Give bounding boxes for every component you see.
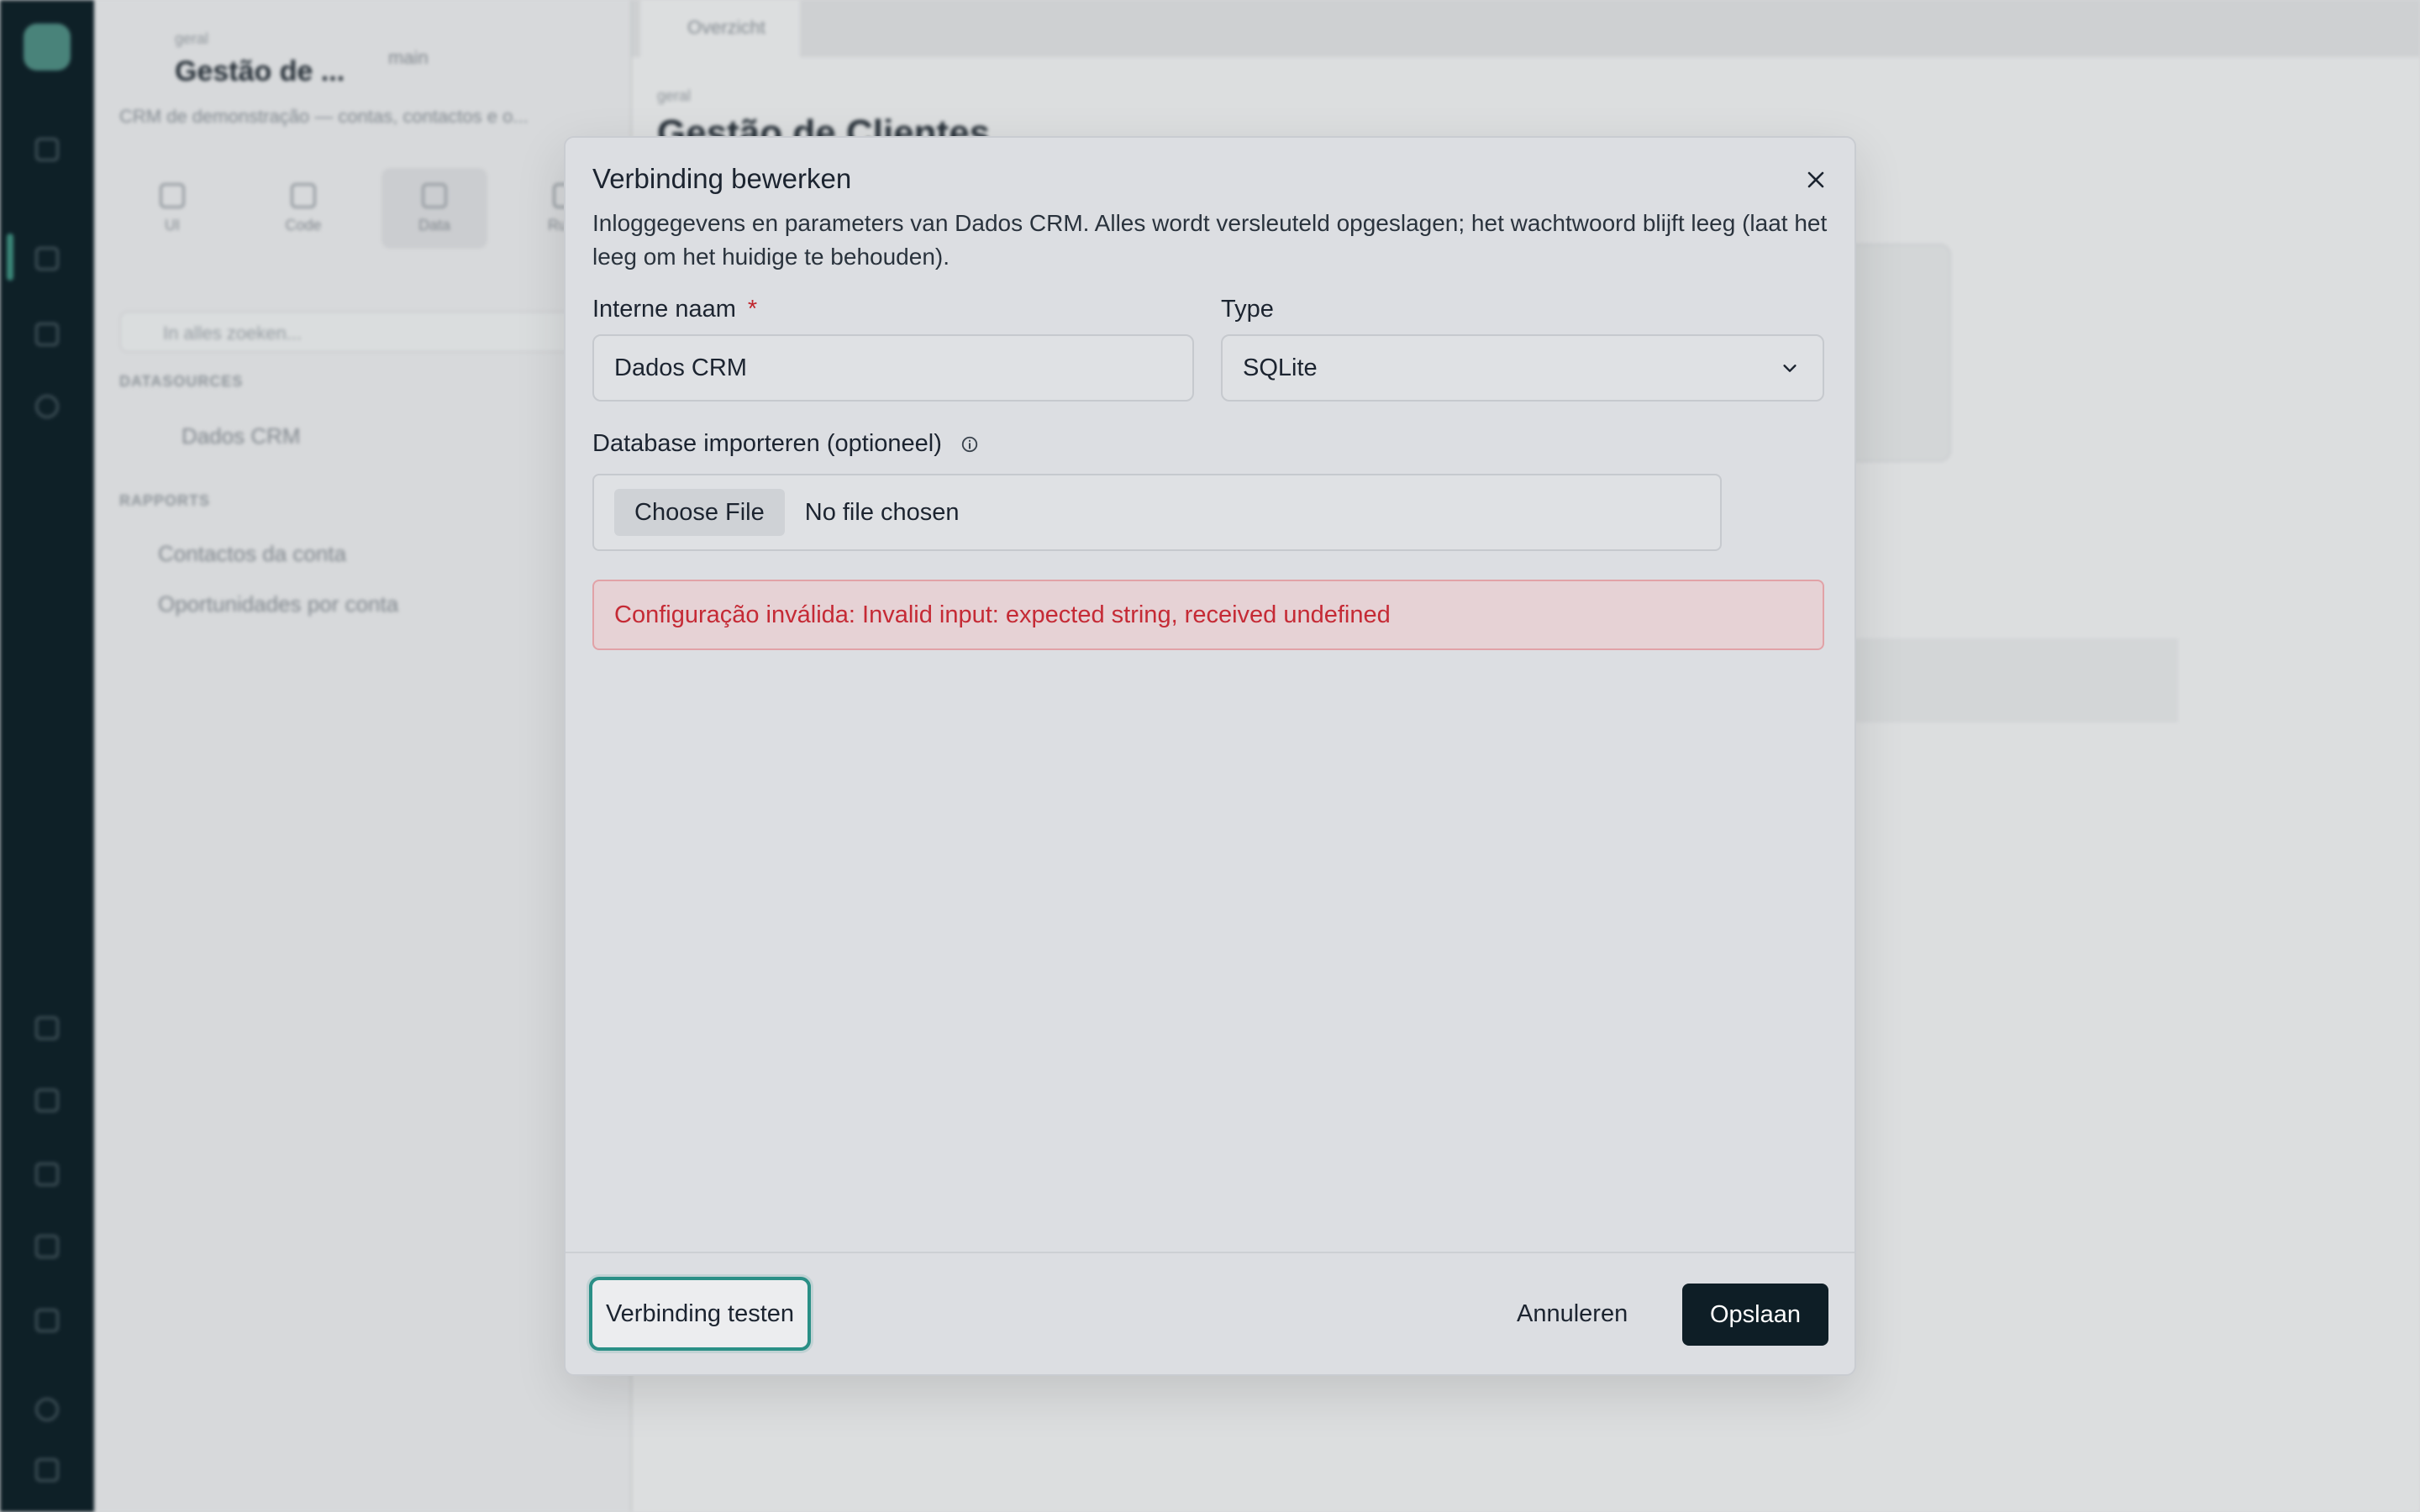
dialog-description: Inloggegevens en parameters van Dados CR…: [592, 210, 1828, 270]
save-button[interactable]: Opslaan: [1682, 1284, 1828, 1346]
dialog-title: Verbinding bewerken: [592, 163, 852, 194]
name-input[interactable]: Dados CRM: [592, 334, 1194, 402]
choose-file-button[interactable]: Choose File: [614, 489, 785, 536]
cancel-button[interactable]: Annuleren: [1498, 1284, 1646, 1344]
name-label: Interne naam *: [592, 296, 758, 323]
dialog-footer: Verbinding testen Annuleren Opslaan: [566, 1252, 1854, 1374]
chevron-down-icon: [1783, 365, 1797, 372]
edit-connection-dialog: Verbinding bewerken Inloggegevens en par…: [564, 136, 1856, 1376]
import-label: Database importeren (optioneel): [592, 430, 979, 458]
test-connection-button[interactable]: Verbinding testen: [589, 1277, 811, 1351]
info-icon[interactable]: [960, 435, 979, 454]
close-button[interactable]: [1799, 163, 1833, 197]
error-alert: Configuração inválida: Invalid input: ex…: [592, 580, 1824, 650]
file-input: Choose File No file chosen: [592, 474, 1722, 551]
file-status: No file chosen: [804, 498, 960, 526]
type-label: Type: [1221, 296, 1274, 323]
type-select[interactable]: SQLite: [1221, 334, 1824, 402]
type-select-value: SQLite: [1243, 354, 1318, 381]
close-icon: [1807, 171, 1824, 188]
required-marker: *: [747, 296, 758, 323]
